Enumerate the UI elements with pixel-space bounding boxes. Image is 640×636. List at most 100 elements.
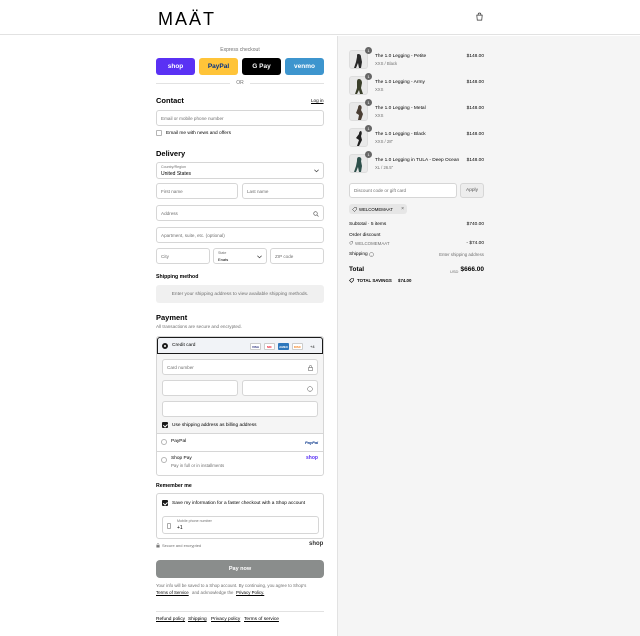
cart-item-name: The 1.0 Legging - Black bbox=[375, 132, 426, 137]
help-circle-icon[interactable] bbox=[307, 386, 313, 392]
cart-item-variant: XXS / Black bbox=[375, 61, 398, 66]
first-name-field[interactable]: First name bbox=[156, 183, 238, 199]
last-name-placeholder: Last name bbox=[247, 188, 269, 194]
newsletter-checkbox[interactable] bbox=[156, 130, 162, 136]
expiration-field[interactable] bbox=[162, 380, 238, 396]
footer-link-shipping[interactable]: Shipping bbox=[188, 617, 207, 622]
order-discount-code: WELCOMEMAAT bbox=[355, 241, 390, 246]
total-value: $666.00 bbox=[460, 266, 485, 273]
state-label: State bbox=[218, 251, 227, 255]
card-number-field[interactable]: Card number bbox=[162, 359, 318, 375]
terms-of-service-link[interactable]: Terms of Service bbox=[156, 590, 189, 595]
mobile-phone-value: +1 bbox=[177, 525, 183, 531]
shopping-bag-icon[interactable] bbox=[475, 12, 484, 21]
shop-pay-label[interactable]: Shop Pay bbox=[171, 456, 192, 461]
contact-heading: Contact bbox=[156, 96, 184, 105]
name-on-card-field[interactable] bbox=[162, 401, 318, 417]
security-code-field[interactable] bbox=[242, 380, 318, 396]
paypal-express-button[interactable]: PayPal bbox=[199, 58, 238, 75]
secure-encrypted-label: Secure and encrypted bbox=[162, 543, 202, 548]
apply-discount-button[interactable]: Apply bbox=[460, 183, 484, 198]
pay-now-button[interactable]: Pay now bbox=[156, 560, 324, 578]
cart-item-variant: XXS bbox=[375, 87, 384, 92]
last-name-field[interactable]: Last name bbox=[242, 183, 324, 199]
phone-icon bbox=[167, 523, 171, 529]
shop-pay-logo: shop bbox=[306, 455, 318, 461]
tag-icon bbox=[352, 206, 357, 212]
remember-me-box: Save my information for a faster checkou… bbox=[156, 493, 324, 539]
apartment-field[interactable]: Apartment, suite, etc. (optional) bbox=[156, 227, 324, 243]
state-select[interactable]: State Enats bbox=[213, 248, 267, 264]
login-link[interactable]: Log in bbox=[311, 98, 324, 103]
discount-code-input[interactable]: Discount code or gift card bbox=[349, 183, 457, 198]
shop-pay-subtitle: Pay in full or in installments bbox=[171, 463, 225, 468]
shop-pay-radio[interactable] bbox=[161, 457, 167, 463]
zip-field[interactable]: ZIP code bbox=[270, 248, 324, 264]
credit-card-form: Card number Use shipping address as bill… bbox=[157, 354, 323, 434]
mobile-phone-label: Mobile phone number bbox=[177, 519, 212, 523]
credit-card-radio[interactable] bbox=[162, 343, 168, 349]
footer-divider bbox=[156, 611, 324, 612]
city-field[interactable]: City bbox=[156, 248, 210, 264]
google-pay-express-button[interactable]: G Pay bbox=[242, 58, 281, 75]
save-info-label: Save my information for a faster checkou… bbox=[172, 501, 306, 506]
paypal-logo: PayPal bbox=[305, 440, 319, 445]
subtotal-label: Subtotal · 5 items bbox=[349, 222, 387, 227]
quantity-badge: 1 bbox=[365, 125, 372, 132]
mastercard-icon: MC bbox=[264, 343, 275, 350]
discount-tag-label: WELCOMEMAAT bbox=[359, 206, 393, 212]
brand-logo[interactable]: MAÄT bbox=[158, 9, 216, 30]
discover-icon: DISC bbox=[292, 343, 303, 350]
delivery-heading: Delivery bbox=[156, 149, 186, 158]
divider bbox=[157, 451, 323, 452]
cart-item-price: $148.00 bbox=[466, 158, 484, 163]
shipping-method-message: Enter your shipping address to view avai… bbox=[156, 285, 324, 303]
help-circle-icon[interactable] bbox=[369, 252, 374, 257]
quantity-badge: 1 bbox=[365, 151, 372, 158]
lock-icon bbox=[308, 365, 313, 371]
or-divider: OR bbox=[156, 80, 324, 86]
address-field[interactable]: Address bbox=[156, 205, 324, 221]
cart-item-variant: XL / 26.5" bbox=[375, 165, 394, 170]
order-discount-value: - $74.00 bbox=[466, 241, 484, 246]
first-name-placeholder: First name bbox=[161, 188, 183, 194]
cart-item-price: $148.00 bbox=[466, 132, 484, 137]
paypal-radio[interactable] bbox=[161, 439, 167, 445]
cart-item-price: $148.00 bbox=[466, 80, 484, 85]
total-label: Total bbox=[349, 266, 365, 273]
quantity-badge: 1 bbox=[365, 99, 372, 106]
privacy-policy-link[interactable]: Privacy Policy. bbox=[236, 590, 264, 595]
address-placeholder: Address bbox=[161, 210, 178, 216]
apartment-placeholder: Apartment, suite, etc. (optional) bbox=[161, 232, 225, 238]
footer-link-terms[interactable]: Terms of service bbox=[244, 617, 279, 622]
shop-pay-express-button[interactable]: shop bbox=[156, 58, 195, 75]
venmo-express-button[interactable]: venmo bbox=[285, 58, 324, 75]
card-number-placeholder: Card number bbox=[167, 364, 194, 370]
save-info-checkbox[interactable] bbox=[162, 500, 168, 506]
paypal-label[interactable]: PayPal bbox=[171, 439, 186, 444]
order-summary-panel bbox=[337, 36, 640, 636]
credit-card-option[interactable]: Credit card VISA MC AMEX DISC +4 bbox=[157, 337, 323, 354]
country-select[interactable]: Country/Region United States bbox=[156, 162, 324, 179]
shipping-method-heading: Shipping method bbox=[156, 274, 199, 280]
billing-address-label: Use shipping address as billing address bbox=[172, 423, 257, 428]
city-placeholder: City bbox=[161, 253, 169, 259]
cart-item-variant: XXS bbox=[375, 113, 384, 118]
cart-item-name: The 1.0 Legging - Army bbox=[375, 80, 425, 85]
tag-icon bbox=[349, 241, 353, 245]
chevron-down-icon bbox=[257, 255, 262, 259]
shipping-value: Enter shipping address bbox=[439, 252, 484, 257]
legal-text: Your info will be saved to a Shop accoun… bbox=[156, 583, 307, 588]
footer-link-privacy[interactable]: Privacy policy bbox=[211, 617, 240, 622]
footer-link-refund[interactable]: Refund policy bbox=[156, 617, 185, 622]
email-field[interactable]: Email or mobile phone number bbox=[156, 110, 324, 126]
cart-item-name: The 1.0 Legging - Petite bbox=[375, 54, 427, 59]
billing-address-checkbox[interactable] bbox=[162, 422, 168, 428]
email-placeholder: Email or mobile phone number bbox=[161, 115, 224, 121]
amex-icon: AMEX bbox=[278, 343, 289, 350]
remove-discount-icon[interactable]: × bbox=[401, 206, 404, 212]
subtotal-value: $740.00 bbox=[466, 222, 484, 227]
total-savings-label: TOTAL SAVINGS bbox=[357, 278, 392, 283]
mobile-phone-field[interactable]: Mobile phone number +1 bbox=[162, 516, 319, 534]
discount-tag: WELCOMEMAAT × bbox=[349, 204, 407, 214]
